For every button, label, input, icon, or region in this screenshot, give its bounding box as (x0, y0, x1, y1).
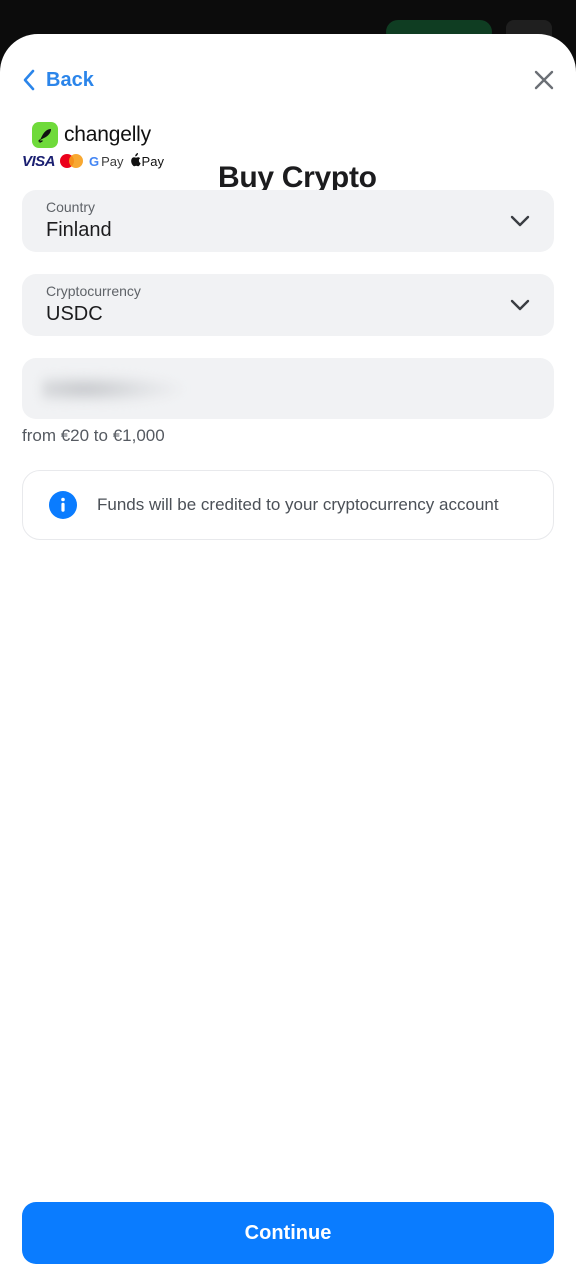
back-button[interactable]: Back (22, 68, 94, 92)
country-select[interactable]: Country Finland (22, 190, 554, 252)
google-pay-logo: G Pay (89, 154, 124, 169)
info-text: Funds will be credited to your cryptocur… (97, 495, 499, 514)
chevron-down-icon (509, 210, 531, 232)
apple-icon (129, 152, 141, 170)
brand-name: changelly (64, 123, 151, 146)
amount-input[interactable] (22, 358, 554, 419)
close-icon (532, 68, 556, 92)
chevron-left-icon (22, 68, 36, 92)
cryptocurrency-value: USDC (46, 303, 103, 325)
visa-logo: VISA (22, 152, 56, 170)
info-notice: Funds will be credited to your cryptocur… (22, 470, 554, 540)
apple-pay-logo: Pay (129, 152, 164, 170)
payment-methods: VISA G Pay Pay (22, 152, 164, 170)
mastercard-icon (60, 153, 84, 169)
country-label: Country (46, 199, 96, 215)
close-button[interactable] (532, 68, 556, 92)
country-value: Finland (46, 219, 112, 241)
back-label: Back (46, 68, 94, 91)
continue-button[interactable]: Continue (22, 1202, 554, 1264)
google-g-icon: G (89, 153, 100, 169)
cryptocurrency-select[interactable]: Cryptocurrency USDC (22, 274, 554, 336)
chevron-down-icon (509, 294, 531, 316)
google-pay-label: Pay (101, 153, 124, 169)
buy-crypto-sheet: Back changelly VISA G Pay Pay Buy Crypto… (0, 34, 576, 1280)
provider-brand: changelly VISA G Pay Pay (22, 122, 172, 170)
apple-pay-label: Pay (141, 153, 164, 169)
cryptocurrency-label: Cryptocurrency (46, 283, 141, 299)
amount-range-hint: from €20 to €1,000 (22, 426, 165, 445)
brand-header: changelly (32, 122, 151, 148)
rocket-icon (32, 122, 58, 148)
info-icon (49, 491, 77, 519)
